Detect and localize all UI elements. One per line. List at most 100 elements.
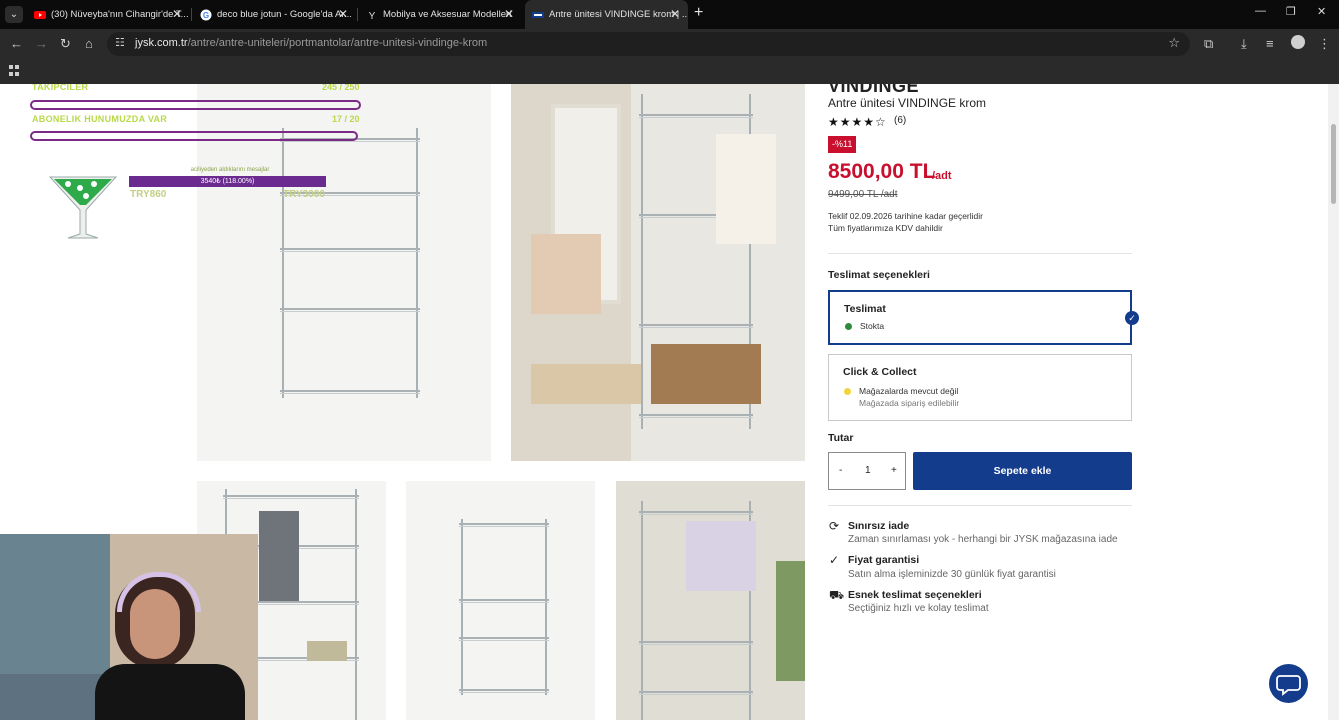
usp-title: Fiyat garantisi [848,554,920,566]
rating-stars[interactable]: ★★★★☆ [828,115,887,129]
overlay-members-bar [30,131,358,141]
discount-badge: -%11 [828,136,857,153]
scrollbar-thumb[interactable] [1331,124,1336,204]
tab-title: (30) Nüveyba'nın Cihangir'de T... [51,9,189,20]
extensions-icon[interactable]: ⧉ [1204,36,1213,52]
bookmarks-bar [0,59,1339,84]
quantity-label: Tutar [828,432,854,444]
product-image-thumb-2[interactable] [406,481,595,720]
overlay-try-right: TRY3000 [283,189,325,200]
reload-icon[interactable]: ↻ [60,36,71,52]
media-icon[interactable]: ≡ [1266,36,1274,52]
apps-icon[interactable] [9,65,20,76]
vat-text: Tüm fiyatlarımıza KDV dahildir [828,223,943,233]
overlay-goal-bar: 3540₺ (118.00%) [129,176,326,187]
home-icon[interactable]: ⌂ [85,36,93,52]
usp-subtitle: Seçtiğiniz hızlı ve kolay teslimat [848,603,989,614]
tab-search-button[interactable]: ⌄ [5,6,23,23]
minimize-icon[interactable]: — [1255,5,1266,17]
close-icon[interactable]: ✕ [172,0,182,29]
tab-jysk[interactable]: Antre ünitesi VINDINGE krom | ... ✕ [525,0,688,29]
overlay-followers-count: 245 / 250 [322,84,360,92]
back-icon[interactable]: ← [10,36,23,52]
tab-title: deco blue jotun - Google'da Ar... [217,9,352,20]
review-count[interactable]: (6) [894,115,906,126]
restore-icon[interactable]: ❐ [1286,5,1296,18]
divider [828,253,1132,254]
tab-title: Antre ünitesi VINDINGE krom | ... [549,9,688,20]
delivery-option-title: Click & Collect [843,366,917,378]
forward-icon[interactable]: → [35,36,48,52]
overlay-followers-bar [30,100,361,110]
jysk-icon [532,12,544,18]
overlay-members-label: ABONELIK HUNUMUZDA VAR [32,114,168,124]
usp-title: Esnek teslimat seçenekleri [848,589,982,601]
unavailable-dot [844,388,851,395]
usp-title: Sınırsız iade [848,520,910,532]
close-icon[interactable]: ✕ [670,0,680,29]
y-icon: Y [369,11,376,21]
address-bar[interactable]: ☷ jysk.com.tr/antre/antre-uniteleri/port… [107,32,1190,56]
price: 8500,00 TL [828,160,936,183]
tab-title: Mobilya ve Aksesuar Modelleri [383,9,512,20]
overlay-goal-caption: aciliyeden aldıklarını mesajlar [190,167,270,173]
decrease-button[interactable]: - [839,465,842,476]
delivery-options-title: Teslimat seçenekleri [828,269,930,281]
close-icon[interactable]: ✕ [338,0,348,29]
stock-status: Stokta [860,321,885,331]
tab-mobilya[interactable]: Y Mobilya ve Aksesuar Modelleri ✕ [359,0,522,29]
window-close-icon[interactable]: ✕ [1317,5,1326,18]
close-icon[interactable]: ✕ [504,0,514,29]
usp-subtitle: Satın alma işleminizde 30 günlük fiyat g… [848,569,1056,580]
usp-subtitle: Zaman sınırlaması yok - herhangi bir JYS… [848,534,1118,545]
quantity-stepper: - 1 + [828,452,906,490]
refresh-icon: ⟳ [829,519,840,533]
add-to-cart-button[interactable]: Sepete ekle [913,452,1132,490]
site-info-icon[interactable]: ☷ [115,36,125,49]
url-path: /antre/antre-uniteleri/portmantolar/antr… [187,37,488,49]
google-icon: G [200,9,212,21]
url-text[interactable]: jysk.com.tr/antre/antre-uniteleri/portma… [135,37,487,49]
bookmark-star-icon[interactable]: ☆ [1168,35,1180,51]
delivery-option-title: Teslimat [844,303,886,315]
overlay-try-left: TRY860 [130,189,167,200]
browser-toolbar: ← → ↻ ⌂ ☷ jysk.com.tr/antre/antre-unitel… [0,29,1339,59]
overlay-followers-label: TAKIPCILER [32,84,89,92]
download-icon[interactable]: ⤓ [1241,36,1247,52]
wire-rack-drawing [280,128,420,398]
offer-valid-text: Teklif 02.09.2026 tarihine kadar geçerli… [828,211,983,221]
chat-bubble-icon [1276,675,1301,696]
tab-google[interactable]: G deco blue jotun - Google'da Ar... ✕ [193,0,356,29]
check-circle-icon: ✓ [829,553,840,567]
quantity-value[interactable]: 1 [865,465,871,476]
profile-avatar[interactable] [1291,35,1305,49]
price-unit: /adt [932,170,952,182]
page-scrollbar[interactable] [1328,84,1339,720]
increase-button[interactable]: + [891,465,897,476]
product-image-thumb-3[interactable] [616,481,805,720]
youtube-icon [34,11,46,19]
overlay-members-count: 17 / 20 [332,114,360,124]
martini-glass-icon [48,176,118,239]
old-price: 9499,00 TL /adt [828,189,898,200]
delivery-option-shipping[interactable]: Teslimat Stokta [828,290,1132,345]
product-page: TAKIPCILER 245 / 250 ABONELIK HUNUMUZDA … [0,84,1339,720]
tab-bar: ⌄ (30) Nüveyba'nın Cihangir'de T... ✕ G … [0,0,1339,29]
chat-button[interactable] [1269,664,1308,703]
url-domain: jysk.com.tr [135,37,188,49]
in-stock-dot [845,323,852,330]
svg-text:G: G [203,11,209,20]
offer-info: Teklif 02.09.2026 tarihine kadar geçerli… [828,210,983,234]
new-tab-icon[interactable]: + [694,4,703,22]
menu-icon[interactable]: ⋮ [1318,36,1331,52]
store-order-note: Mağazada sipariş edilebilir [859,398,960,408]
tab-divider [191,8,192,21]
tab-youtube[interactable]: (30) Nüveyba'nın Cihangir'de T... ✕ [27,0,190,29]
tab-divider [357,8,358,21]
wire-rack-drawing [459,519,549,695]
product-image-room[interactable] [511,84,805,461]
product-name: Antre ünitesi VINDINGE krom [828,96,987,110]
delivery-option-click-collect[interactable]: Click & Collect Mağazalarda mevcut değil… [828,354,1132,421]
svg-text:Y: Y [369,11,376,21]
webcam-overlay [0,534,258,720]
